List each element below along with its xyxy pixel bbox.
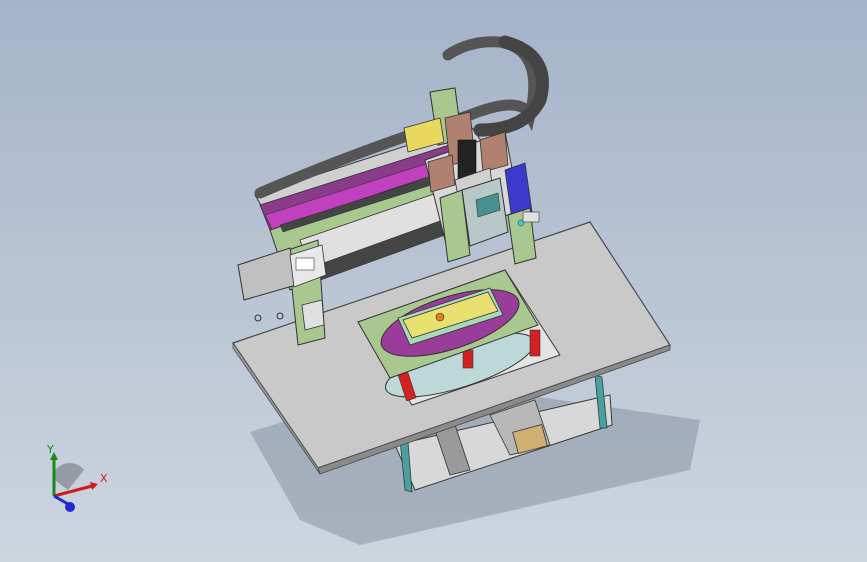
x-axis-label: X [100,472,108,485]
x-axis-line [53,484,93,498]
y-axis-label: Y [47,443,54,456]
graphics-viewport[interactable]: Y X [0,0,867,562]
cnc-machine-model[interactable] [0,0,867,562]
orientation-triad[interactable]: Y X [38,440,118,520]
